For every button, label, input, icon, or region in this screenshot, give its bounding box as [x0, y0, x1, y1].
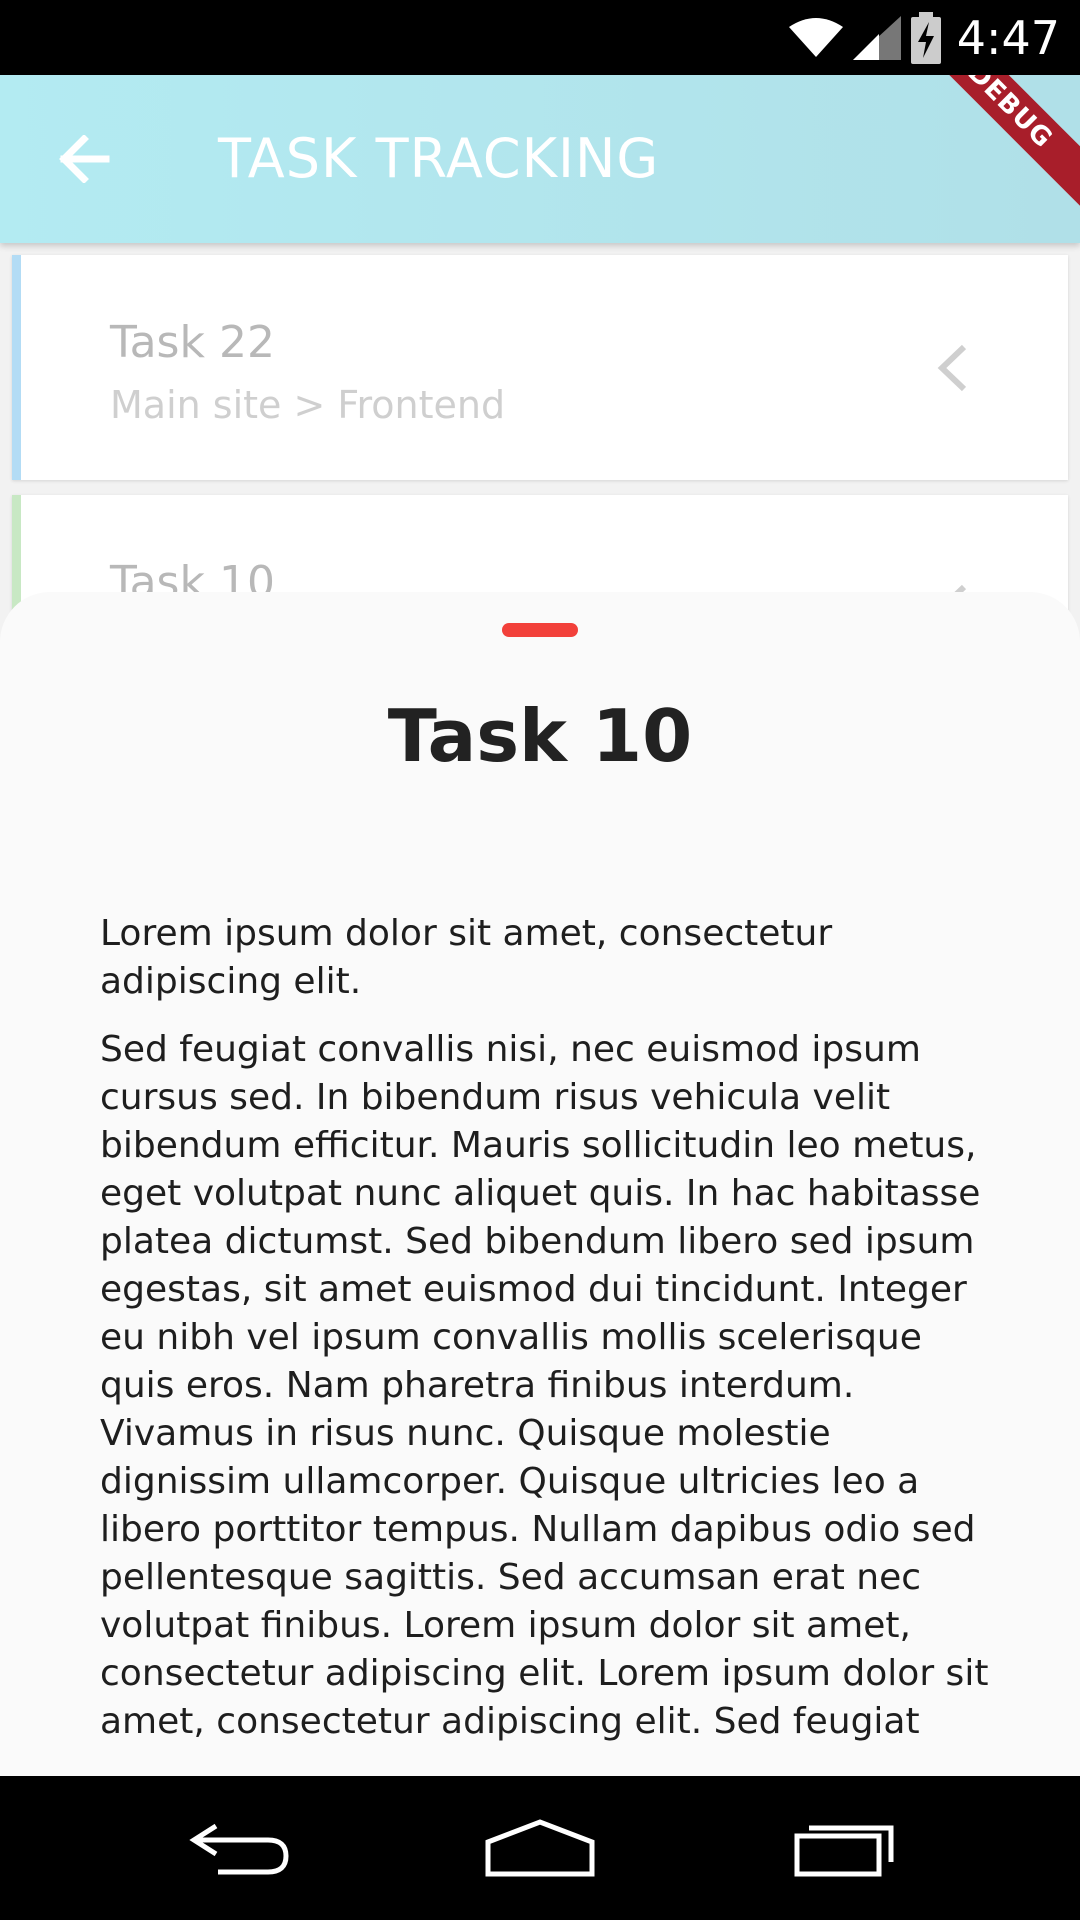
navigation-bar: [0, 1776, 1080, 1920]
recents-nav-icon[interactable]: [785, 1812, 905, 1884]
cell-signal-icon: [852, 15, 901, 60]
status-icons: 4:47: [788, 0, 1060, 75]
status-time: 4:47: [956, 10, 1060, 65]
chevron-left-icon[interactable]: [934, 343, 968, 398]
task-name: Task 22: [110, 317, 275, 368]
back-nav-icon[interactable]: [180, 1812, 300, 1884]
arrow-left-icon: [59, 135, 110, 183]
debug-banner: DEBUG: [896, 75, 1080, 220]
back-button[interactable]: [50, 125, 118, 193]
app-bar: TASK TRACKING DEBUG: [0, 75, 1080, 243]
description-paragraph: Sed feugiat convallis nisi, nec euismod …: [100, 1029, 989, 1742]
task-description: Lorem ipsum dolor sit amet, consectetur …: [100, 910, 1000, 1766]
task-detail-sheet: Task 10 Lorem ipsum dolor sit amet, cons…: [0, 592, 1080, 1776]
battery-charging-icon: [910, 11, 941, 64]
task-path: Main site > Frontend: [110, 383, 506, 427]
task-accent-stripe: [12, 255, 21, 480]
sheet-title: Task 10: [387, 694, 693, 778]
drag-handle[interactable]: [502, 623, 578, 637]
status-bar: 4:47: [0, 0, 1080, 75]
page-title: TASK TRACKING: [218, 127, 660, 190]
home-nav-icon[interactable]: [480, 1812, 600, 1884]
wifi-icon: [788, 17, 843, 59]
task-card[interactable]: Task 22 Main site > Frontend: [12, 255, 1068, 480]
description-paragraph: Lorem ipsum dolor sit amet, consectetur …: [100, 913, 833, 1002]
